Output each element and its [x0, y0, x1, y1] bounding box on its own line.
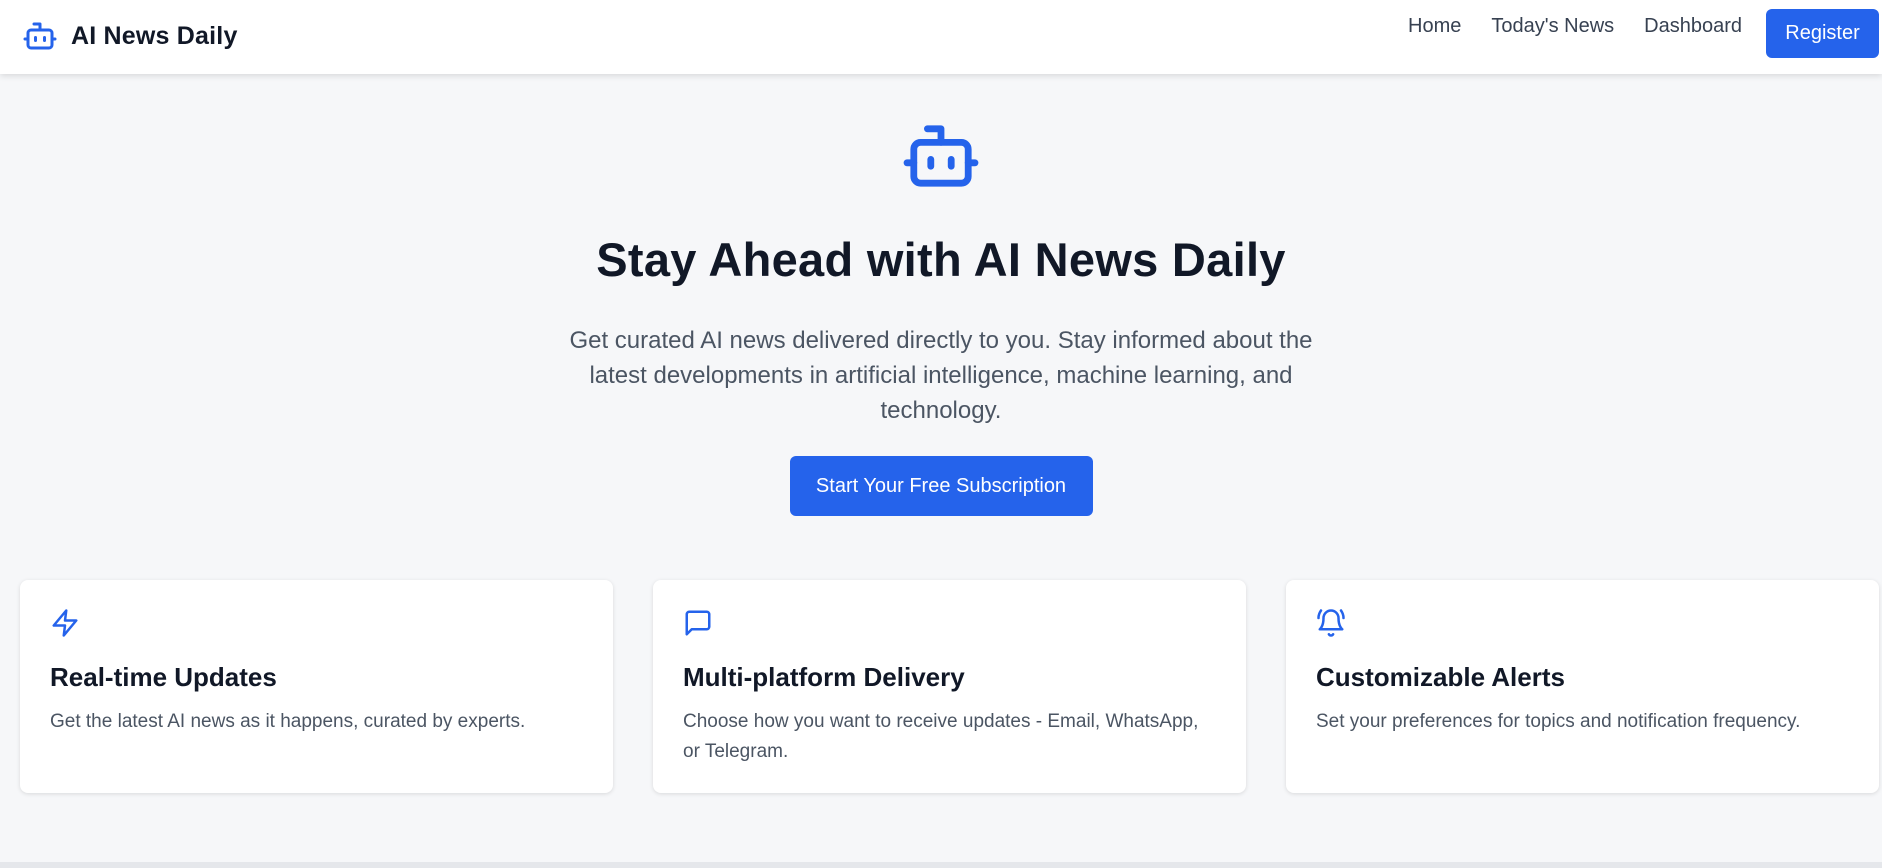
lightning-icon: [52, 609, 78, 637]
chat-bubble-icon: [685, 610, 711, 636]
feature-title: Real-time Updates: [50, 662, 277, 692]
feature-description: Set your preferences for topics and noti…: [1316, 711, 1801, 732]
start-subscription-button[interactable]: Start Your Free Subscription: [789, 456, 1093, 516]
hero-section: Stay Ahead with AI News Daily Get curate…: [0, 74, 1882, 516]
hero-subtitle: Get curated AI news delivered directly t…: [569, 327, 1313, 424]
robot-icon: [903, 125, 979, 187]
nav-links: Home Today's News Dashboard: [1378, 14, 1742, 38]
nav-link-home[interactable]: Home: [1408, 14, 1461, 38]
feature-card-realtime: Real-time Updates Get the latest AI news…: [20, 580, 613, 793]
brand-name: AI News Daily: [71, 21, 238, 50]
feature-title: Customizable Alerts: [1316, 662, 1565, 692]
register-button[interactable]: Register: [1766, 9, 1879, 58]
feature-description: Get the latest AI news as it happens, cu…: [50, 711, 526, 732]
feature-card-delivery: Multi-platform Delivery Choose how you w…: [653, 580, 1246, 793]
top-navbar: AI News Daily Home Today's News Dashboar…: [0, 0, 1882, 74]
feature-description: Choose how you want to receive updates -…: [683, 711, 1199, 762]
page-bottom-divider: [0, 862, 1882, 868]
bell-ringing-icon: [1317, 609, 1345, 637]
feature-card-alerts: Customizable Alerts Set your preferences…: [1286, 580, 1879, 793]
brand-logo[interactable]: AI News Daily: [22, 18, 238, 54]
nav-link-dashboard[interactable]: Dashboard: [1644, 14, 1742, 38]
features-section: Real-time Updates Get the latest AI news…: [20, 580, 1880, 793]
feature-title: Multi-platform Delivery: [683, 662, 965, 692]
nav-link-todays-news[interactable]: Today's News: [1491, 14, 1614, 38]
robot-icon: [23, 22, 57, 50]
hero-title: Stay Ahead with AI News Daily: [596, 233, 1286, 286]
